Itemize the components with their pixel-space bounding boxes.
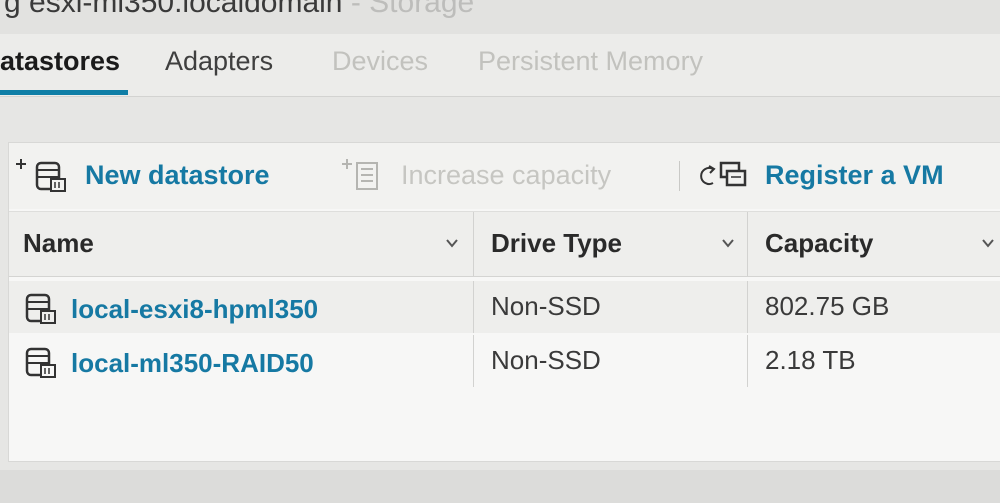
drive-type-cell: Non-SSD <box>491 291 601 321</box>
toolbar-separator <box>679 161 680 191</box>
lower-background <box>0 470 1000 503</box>
column-divider <box>473 335 474 387</box>
column-divider[interactable] <box>473 212 474 276</box>
capacity-cell: 2.18 TB <box>765 345 856 375</box>
window-title-section: - Storage <box>342 0 475 19</box>
datastore-name-link[interactable]: local-ml350-RAID50 <box>23 345 314 381</box>
column-divider <box>747 281 748 333</box>
register-vm-icon <box>700 161 747 187</box>
tab-devices[interactable]: Devices <box>332 46 428 77</box>
drive-type-cell: Non-SSD <box>491 345 601 375</box>
window-title-host: g esxi-ml350.localdomain <box>4 0 343 19</box>
window-titlebar: g esxi-ml350.localdomain - Storage <box>0 0 1000 34</box>
column-header-name[interactable]: Name <box>23 228 94 259</box>
chevron-down-icon[interactable] <box>721 236 735 250</box>
tab-persistent-memory[interactable]: Persistent Memory <box>478 46 703 77</box>
datastore-icon <box>25 293 56 324</box>
datastore-name: local-esxi8-hpml350 <box>71 293 319 324</box>
table-row[interactable]: local-ml350-RAID50 Non-SSD 2.18 TB <box>9 335 1000 387</box>
column-divider[interactable] <box>747 212 748 276</box>
active-tab-indicator <box>0 90 128 95</box>
tab-adapters[interactable]: Adapters <box>165 46 273 77</box>
chevron-down-icon[interactable] <box>445 236 459 250</box>
datastore-name-link[interactable]: local-esxi8-hpml350 <box>23 291 318 327</box>
table-row[interactable]: local-esxi8-hpml350 Non-SSD 802.75 GB <box>9 281 1000 333</box>
column-divider <box>747 335 748 387</box>
chevron-down-icon[interactable] <box>981 236 995 250</box>
capacity-add-icon <box>342 159 378 190</box>
column-divider <box>473 281 474 333</box>
new-datastore-label: New datastore <box>85 159 270 190</box>
window-title: g esxi-ml350.localdomain - Storage <box>4 0 474 20</box>
datastore-add-icon <box>16 159 66 192</box>
tab-datastores[interactable]: atastores <box>0 46 120 77</box>
datastore-name: local-ml350-RAID50 <box>71 347 314 378</box>
datastore-grid-header: Name Drive Type Capacity <box>9 211 1000 277</box>
storage-tabs: atastores Adapters Devices Persistent Me… <box>0 34 1000 97</box>
capacity-cell: 802.75 GB <box>765 291 890 321</box>
datastores-panel: New datastore Increase capacity Register… <box>8 142 1000 462</box>
increase-capacity-button[interactable]: Increase capacity <box>337 155 611 195</box>
column-header-capacity[interactable]: Capacity <box>765 228 873 259</box>
datastore-toolbar: New datastore Increase capacity Register… <box>9 143 1000 209</box>
register-vm-label: Register a VM <box>765 159 944 190</box>
increase-capacity-label: Increase capacity <box>401 159 612 190</box>
register-vm-button[interactable]: Register a VM <box>699 155 944 195</box>
new-datastore-button[interactable]: New datastore <box>15 155 270 195</box>
column-header-drive-type[interactable]: Drive Type <box>491 228 622 259</box>
datastore-icon <box>25 347 56 378</box>
